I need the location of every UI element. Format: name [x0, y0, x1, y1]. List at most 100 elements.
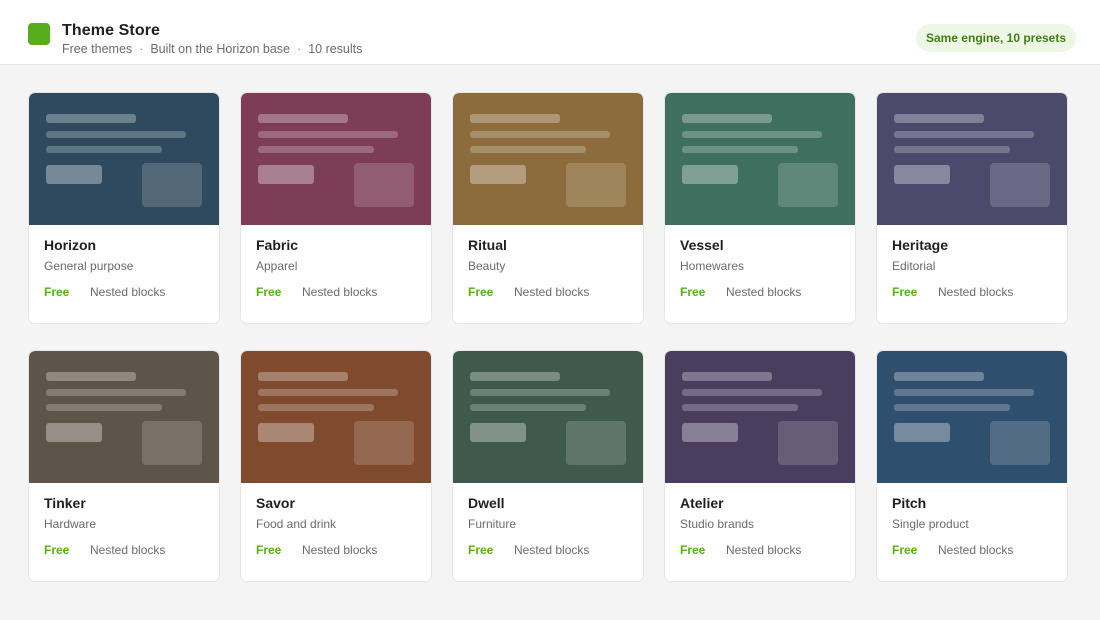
theme-feature: Nested blocks: [726, 285, 802, 299]
theme-feature: Nested blocks: [90, 285, 166, 299]
theme-price: Free: [680, 285, 706, 299]
theme-feature: Nested blocks: [90, 543, 166, 557]
theme-card[interactable]: Ritual Beauty Free Nested blocks: [452, 92, 644, 324]
preview-button-placeholder: [258, 423, 314, 442]
theme-card[interactable]: Atelier Studio brands Free Nested blocks: [664, 350, 856, 582]
theme-price: Free: [256, 285, 282, 299]
theme-feature: Nested blocks: [302, 543, 378, 557]
preview-image-placeholder: [778, 421, 838, 465]
separator-dot: ·: [297, 42, 302, 56]
theme-name: Pitch: [892, 495, 927, 511]
preview-button-placeholder: [258, 165, 314, 184]
results-summary: Free themes · Built on the Horizon base · 10…: [62, 42, 362, 56]
summary-scope: Free themes: [62, 42, 133, 56]
theme-card[interactable]: Pitch Single product Free Nested blocks: [876, 350, 1068, 582]
theme-card[interactable]: Tinker Hardware Free Nested blocks: [28, 350, 220, 582]
theme-name: Savor: [256, 495, 295, 511]
theme-category: Beauty: [468, 259, 506, 273]
theme-name: Heritage: [892, 237, 949, 253]
preview-text-placeholder: [894, 389, 1034, 396]
preview-button-placeholder: [894, 423, 950, 442]
theme-price: Free: [256, 543, 282, 557]
theme-card[interactable]: Horizon General purpose Free Nested bloc…: [28, 92, 220, 324]
theme-feature: Nested blocks: [514, 543, 590, 557]
theme-feature: Nested blocks: [938, 543, 1014, 557]
theme-feature: Nested blocks: [726, 543, 802, 557]
theme-name: Dwell: [468, 495, 505, 511]
theme-category: General purpose: [44, 259, 134, 273]
theme-category: Single product: [892, 517, 969, 531]
preview-heading-placeholder: [894, 372, 984, 381]
theme-preview: [665, 351, 855, 483]
preview-heading-placeholder: [682, 372, 772, 381]
theme-name: Vessel: [680, 237, 724, 253]
preview-button-placeholder: [682, 423, 738, 442]
theme-card[interactable]: Heritage Editorial Free Nested blocks: [876, 92, 1068, 324]
preview-text-placeholder: [894, 404, 1010, 411]
preview-heading-placeholder: [46, 372, 136, 381]
top-header: Theme Store Free themes · Built on the Hor…: [0, 0, 1100, 65]
preview-text-placeholder: [258, 389, 398, 396]
preview-image-placeholder: [778, 163, 838, 207]
theme-preview: [877, 351, 1067, 483]
preview-text-placeholder: [682, 131, 822, 138]
preview-button-placeholder: [46, 165, 102, 184]
preview-heading-placeholder: [470, 372, 560, 381]
theme-card[interactable]: Dwell Furniture Free Nested blocks: [452, 350, 644, 582]
theme-name: Fabric: [256, 237, 299, 253]
preview-button-placeholder: [46, 423, 102, 442]
theme-price: Free: [468, 285, 494, 299]
theme-preview: [29, 93, 219, 225]
preview-button-placeholder: [470, 165, 526, 184]
theme-name: Horizon: [44, 237, 97, 253]
theme-category: Studio brands: [680, 517, 755, 531]
preview-text-placeholder: [682, 146, 798, 153]
theme-preview: [453, 351, 643, 483]
theme-category: Furniture: [468, 517, 517, 531]
preview-image-placeholder: [566, 163, 626, 207]
preview-text-placeholder: [258, 131, 398, 138]
preview-text-placeholder: [258, 404, 374, 411]
theme-preview: [877, 93, 1067, 225]
preview-heading-placeholder: [470, 114, 560, 123]
preview-heading-placeholder: [258, 114, 348, 123]
preview-text-placeholder: [470, 131, 610, 138]
preview-text-placeholder: [258, 146, 374, 153]
theme-price: Free: [44, 285, 70, 299]
preview-button-placeholder: [894, 165, 950, 184]
preview-heading-placeholder: [258, 372, 348, 381]
summary-count: 10 results: [308, 42, 363, 56]
theme-preview: [241, 93, 431, 225]
theme-category: Hardware: [44, 517, 97, 531]
preview-text-placeholder: [470, 146, 586, 153]
preview-heading-placeholder: [46, 114, 136, 123]
theme-price: Free: [468, 543, 494, 557]
preview-heading-placeholder: [682, 114, 772, 123]
theme-preview: [241, 351, 431, 483]
preview-image-placeholder: [354, 163, 414, 207]
theme-feature: Nested blocks: [938, 285, 1014, 299]
theme-price: Free: [892, 543, 918, 557]
summary-base: Built on the Horizon base: [150, 42, 291, 56]
theme-card[interactable]: Vessel Homewares Free Nested blocks: [664, 92, 856, 324]
preview-button-placeholder: [682, 165, 738, 184]
preview-image-placeholder: [142, 163, 202, 207]
preview-text-placeholder: [46, 404, 162, 411]
theme-name: Ritual: [468, 237, 507, 253]
theme-card[interactable]: Fabric Apparel Free Nested blocks: [240, 92, 432, 324]
preview-text-placeholder: [46, 389, 186, 396]
theme-preview: [453, 93, 643, 225]
preview-text-placeholder: [894, 131, 1034, 138]
presets-badge: Same engine, 10 presets: [916, 24, 1076, 52]
preview-text-placeholder: [470, 389, 610, 396]
theme-name: Atelier: [680, 495, 724, 511]
theme-preview: [29, 351, 219, 483]
page-title: Theme Store: [62, 22, 161, 39]
preview-text-placeholder: [894, 146, 1010, 153]
preview-image-placeholder: [990, 163, 1050, 207]
preview-image-placeholder: [990, 421, 1050, 465]
theme-category: Editorial: [892, 259, 936, 273]
theme-category: Food and drink: [256, 517, 337, 531]
theme-name: Tinker: [44, 495, 86, 511]
theme-card[interactable]: Savor Food and drink Free Nested blocks: [240, 350, 432, 582]
